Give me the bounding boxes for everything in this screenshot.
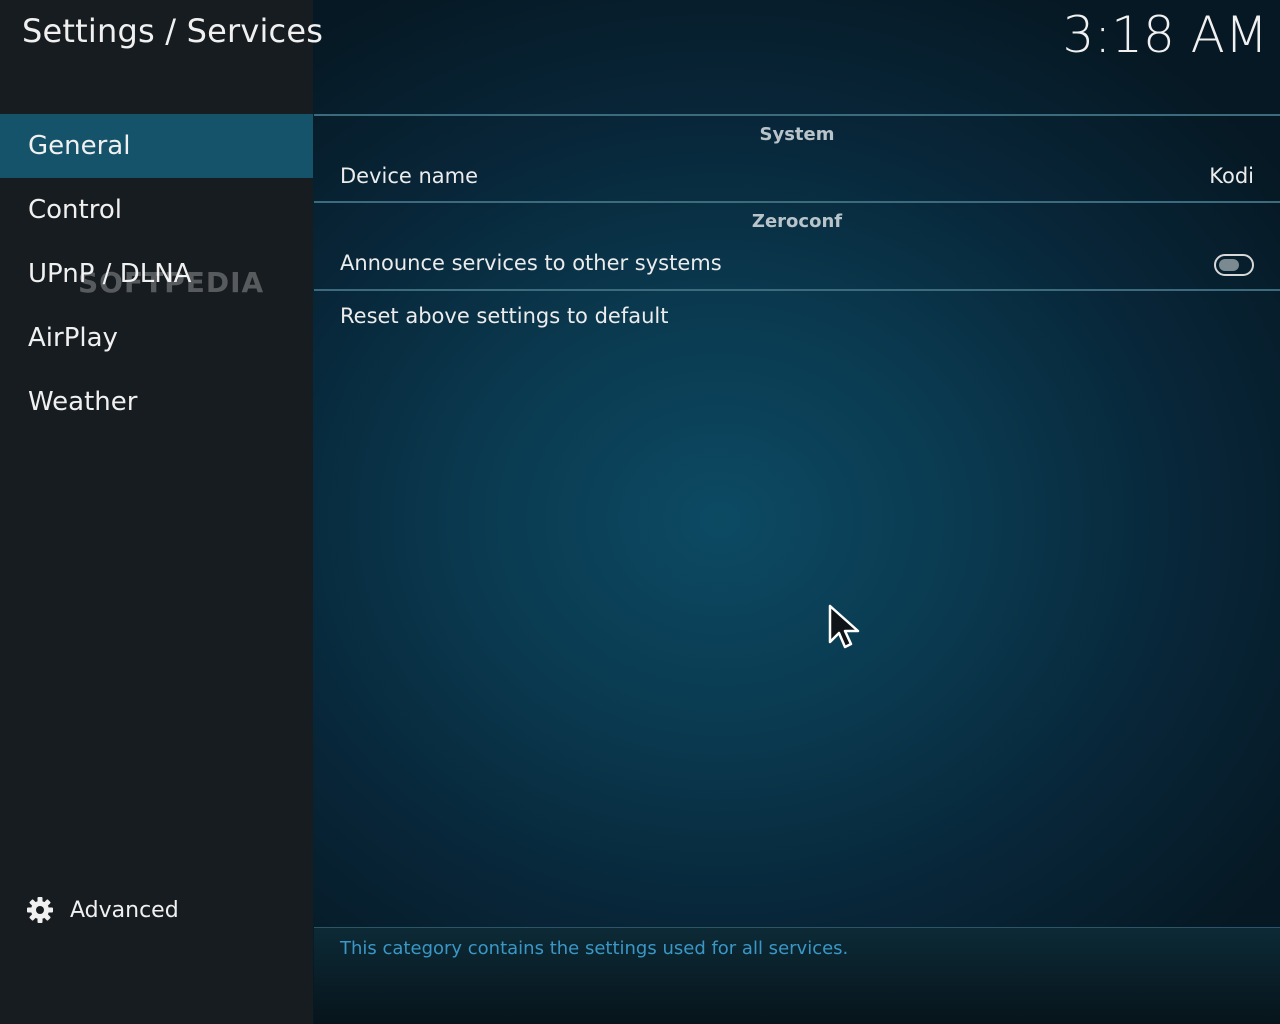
mouse-cursor-icon	[828, 604, 860, 649]
setting-label: Announce services to other systems	[340, 251, 722, 275]
category-description: This category contains the settings used…	[340, 938, 849, 959]
advanced-settings-button[interactable]: Advanced	[26, 896, 179, 924]
row-divider	[314, 289, 1280, 291]
setting-label: Device name	[340, 164, 479, 188]
clock: 3:18 AM	[1062, 6, 1268, 64]
sidebar-item-general[interactable]: General	[0, 114, 313, 178]
reset-settings-button[interactable]: Reset above settings to default	[314, 296, 1280, 340]
toggle-knob	[1219, 259, 1239, 271]
sidebar: General Control UPnP / DLNA AirPlay Weat…	[0, 0, 313, 1024]
setting-announce-services[interactable]: Announce services to other systems	[314, 243, 1280, 287]
section-title-zeroconf: Zeroconf	[751, 211, 843, 232]
watermark: SOFTPEDIA	[78, 266, 265, 299]
setting-value: Kodi	[1209, 164, 1254, 188]
reset-label: Reset above settings to default	[340, 304, 669, 328]
setting-device-name[interactable]: Device name Kodi	[314, 156, 1280, 200]
section-title-system: System	[759, 124, 835, 145]
sidebar-item-label: Control	[28, 195, 122, 225]
gear-icon	[26, 896, 54, 924]
sidebar-item-control[interactable]: Control	[0, 178, 313, 242]
sidebar-item-weather[interactable]: Weather	[0, 370, 313, 434]
footer-divider	[314, 927, 1280, 928]
sidebar-item-label: General	[28, 131, 131, 161]
breadcrumb: Settings / Services	[22, 12, 324, 50]
announce-toggle[interactable]	[1214, 254, 1254, 276]
sidebar-item-label: Weather	[28, 387, 138, 417]
row-divider	[314, 201, 1280, 203]
advanced-label: Advanced	[70, 897, 179, 923]
header-divider	[314, 114, 1280, 116]
sidebar-item-label: AirPlay	[28, 323, 118, 353]
sidebar-item-airplay[interactable]: AirPlay	[0, 306, 313, 370]
